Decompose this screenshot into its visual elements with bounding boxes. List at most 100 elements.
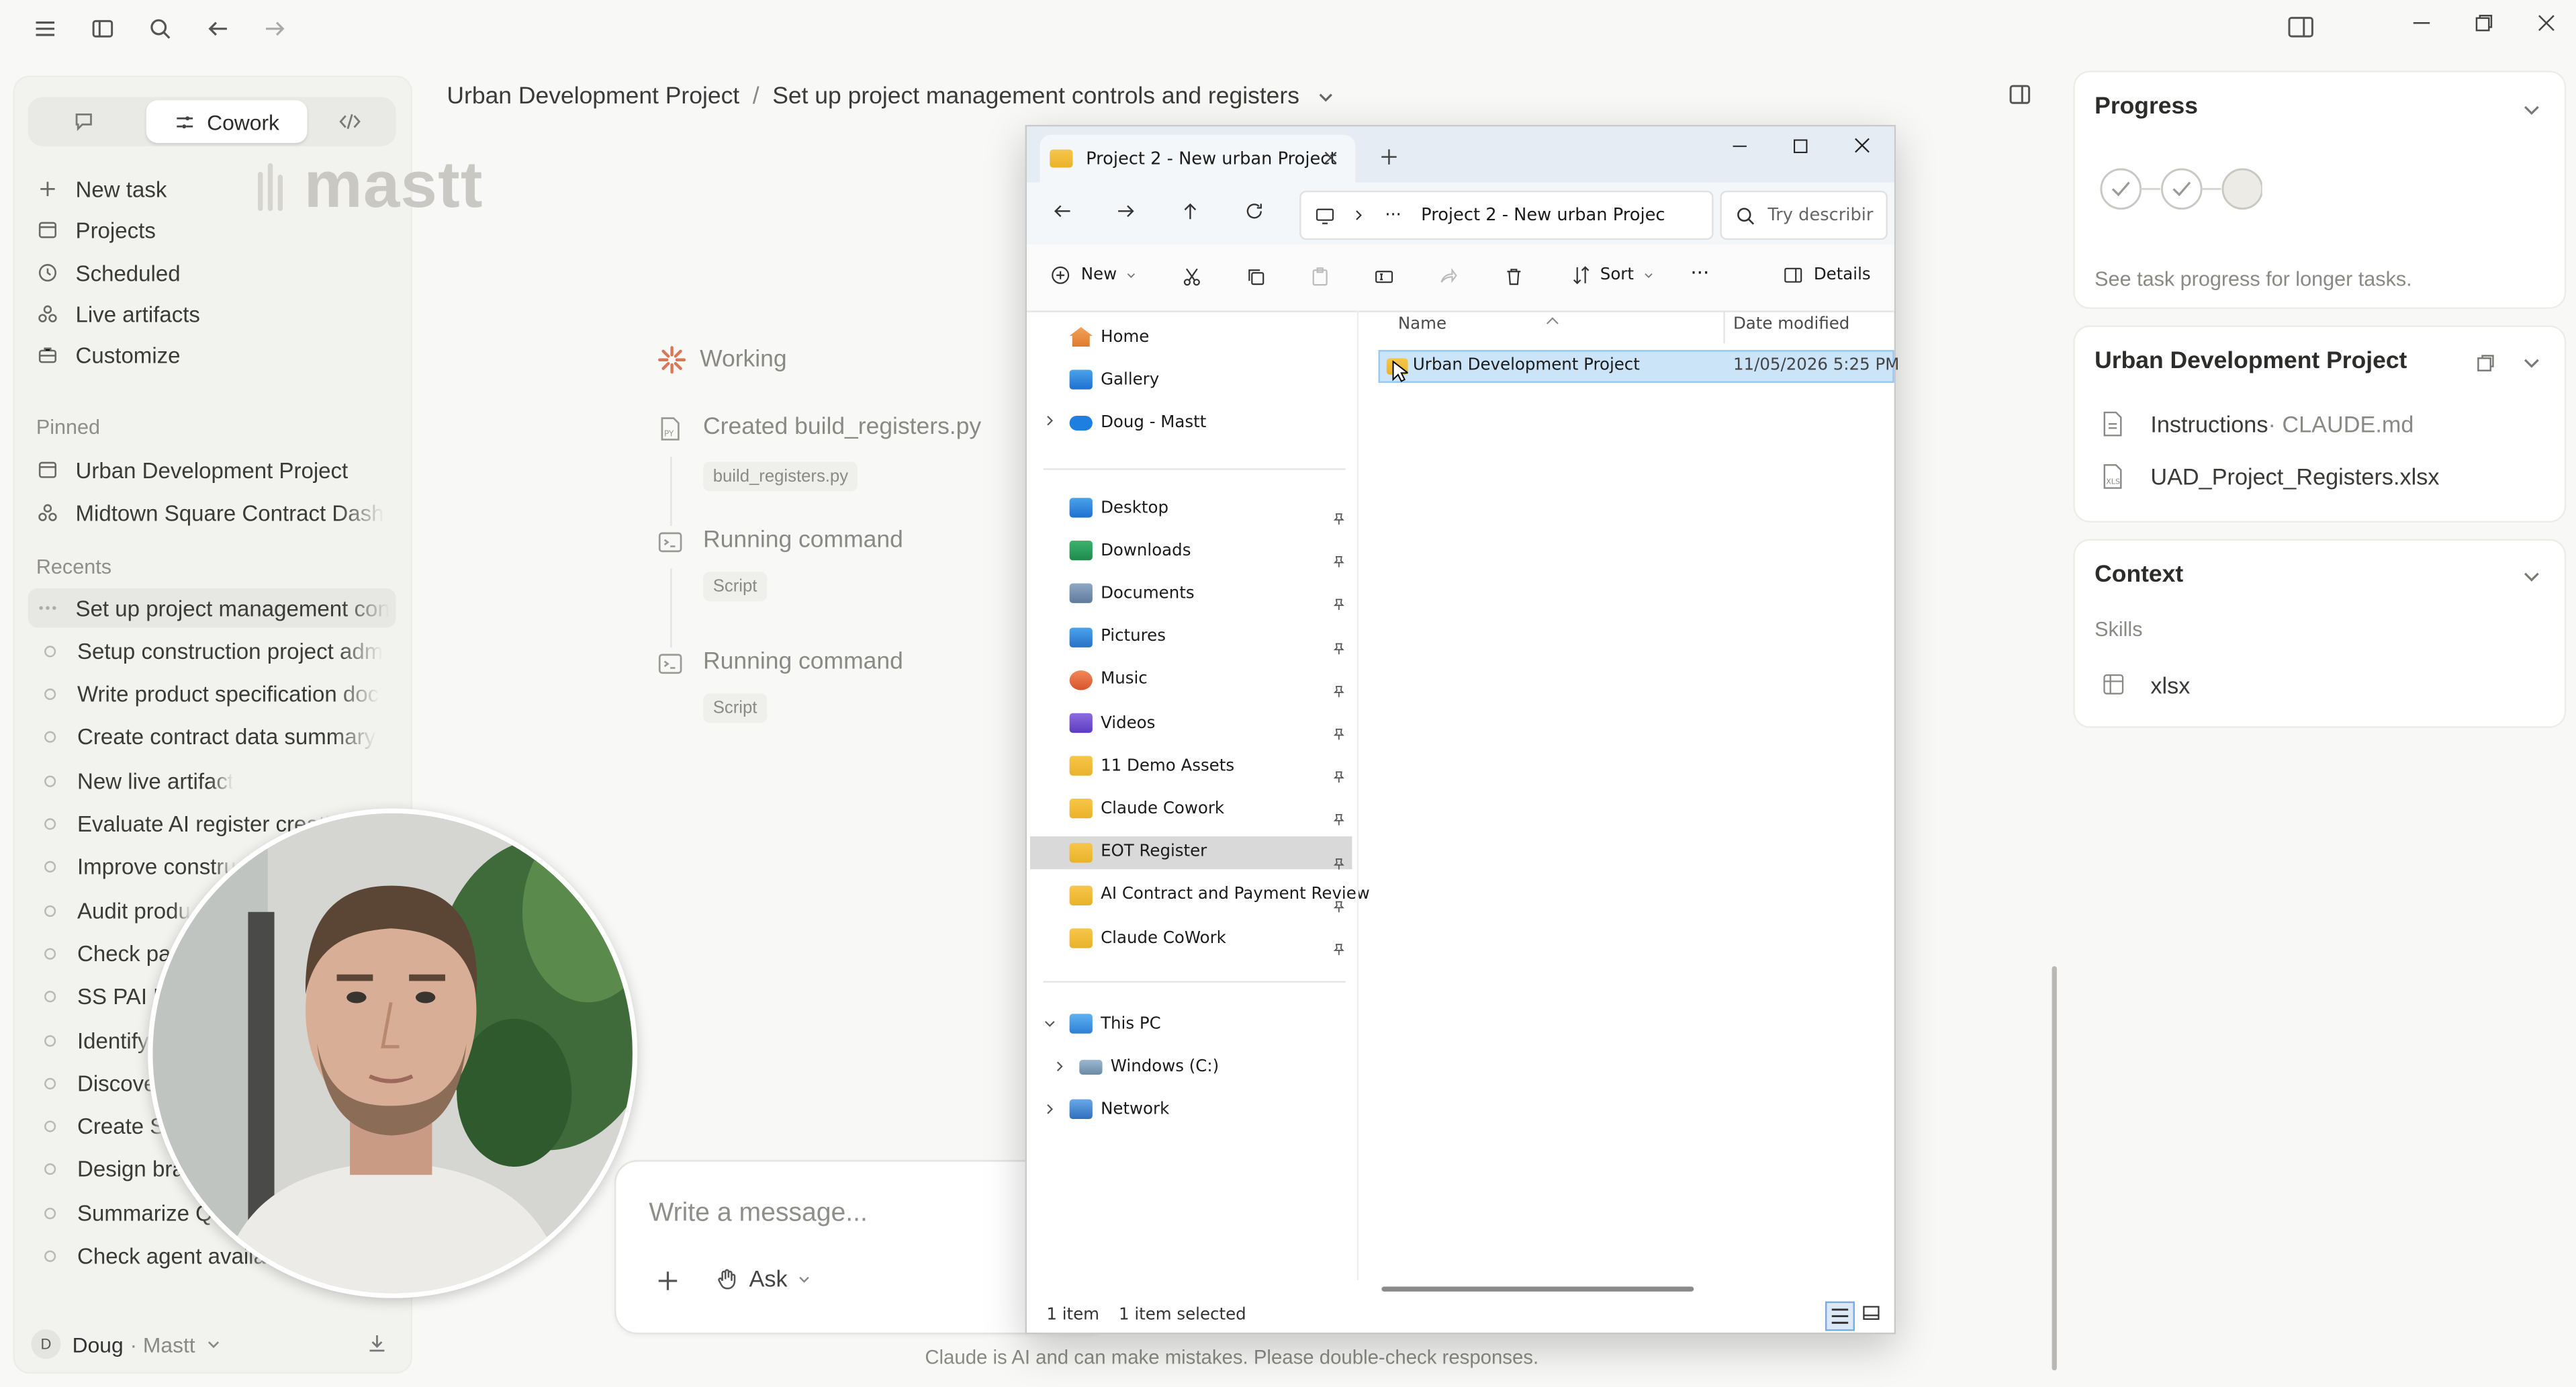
project-file-registers[interactable]: XLS UAD_Project_Registers.xlsx	[2101, 463, 2440, 490]
download-icon[interactable]	[367, 1333, 388, 1354]
pinned-urban-development-project[interactable]: Urban Development Project	[34, 452, 348, 488]
tree-pinned-item[interactable]: Videos	[1069, 707, 1155, 740]
tree-onedrive[interactable]: Doug - Mastt	[1069, 406, 1206, 439]
project-card-title[interactable]: Urban Development Project	[2095, 349, 2407, 375]
pin-icon[interactable]	[1332, 846, 1346, 869]
forward-arrow-icon[interactable]	[263, 16, 287, 41]
forward-arrow-icon[interactable]	[1115, 200, 1137, 222]
nav-customize[interactable]: Customize	[34, 337, 181, 373]
message-input[interactable]: Write a message...	[649, 1200, 868, 1229]
tree-this-pc[interactable]: This PC	[1069, 1008, 1161, 1040]
close-tab-icon[interactable]	[1322, 150, 1338, 166]
horizontal-scrollbar[interactable]	[1381, 1286, 1694, 1292]
open-external-icon[interactable]	[2476, 352, 2495, 371]
rename-icon[interactable]	[1373, 266, 1395, 287]
tree-home[interactable]: Home	[1069, 320, 1149, 353]
tree-windows-drive[interactable]: Windows (C:)	[1079, 1050, 1219, 1083]
tree-pinned-item[interactable]: EOT Register	[1029, 836, 1352, 869]
recent-item[interactable]: Set up project management con	[28, 588, 396, 628]
pin-icon[interactable]	[1332, 717, 1346, 740]
tree-pinned-item[interactable]: 11 Demo Assets	[1069, 750, 1234, 782]
ask-mode-button[interactable]: Ask	[715, 1265, 812, 1292]
pin-icon[interactable]	[1332, 630, 1346, 654]
recent-item[interactable]: New live artifact	[28, 761, 396, 801]
explorer-search-field[interactable]: Try describir	[1720, 190, 1888, 240]
nav-new-task[interactable]: New task	[34, 171, 167, 207]
sort-button[interactable]: Sort	[1571, 265, 1654, 286]
explorer-tab[interactable]: Project 2 - New urban Project	[1040, 134, 1356, 183]
tree-pinned-item[interactable]: Downloads	[1069, 535, 1191, 568]
column-header-date[interactable]: Date modified	[1733, 316, 1849, 334]
step-chip[interactable]: build_registers.py	[703, 461, 858, 492]
chevron-down-icon[interactable]	[2522, 99, 2541, 118]
minimize-icon[interactable]	[1732, 138, 1748, 154]
up-arrow-icon[interactable]	[1180, 200, 1201, 222]
nav-live-artifacts[interactable]: Live artifacts	[34, 296, 200, 332]
chevron-right-icon[interactable]	[1053, 1060, 1066, 1073]
recent-item[interactable]: Setup construction project adm	[28, 631, 396, 671]
side-panel-toggle-icon[interactable]	[2008, 82, 2033, 107]
pin-icon[interactable]	[1332, 803, 1346, 826]
minimize-icon[interactable]	[2411, 13, 2431, 33]
panel-icon[interactable]	[2287, 15, 2315, 40]
chevron-down-icon[interactable]	[2522, 352, 2541, 371]
pinned-midtown-square[interactable]: Midtown Square Contract Dash	[34, 494, 399, 531]
tree-pinned-item[interactable]: Documents	[1069, 578, 1195, 611]
project-file-instructions[interactable]: Instructions · CLAUDE.md	[2101, 411, 2413, 437]
tree-pinned-item[interactable]: AI Contract and Payment Review	[1069, 879, 1370, 911]
tree-pinned-item[interactable]: Pictures	[1069, 621, 1166, 654]
nav-projects[interactable]: Projects	[34, 212, 156, 249]
sidebar-toggle-icon[interactable]	[91, 16, 116, 41]
tree-gallery[interactable]: Gallery	[1069, 363, 1159, 396]
maximize-icon[interactable]	[1792, 138, 1808, 154]
pin-icon[interactable]	[1332, 889, 1346, 912]
close-icon[interactable]	[2536, 13, 2556, 33]
skill-xlsx[interactable]: xlsx	[2101, 672, 2190, 699]
step-chip[interactable]: Script	[703, 693, 768, 723]
back-arrow-icon[interactable]	[1052, 200, 1073, 222]
tree-pinned-item[interactable]: Claude CoWork	[1069, 922, 1226, 954]
pin-icon[interactable]	[1332, 674, 1346, 697]
chat-mode-tab[interactable]	[34, 100, 133, 143]
delete-icon[interactable]	[1503, 266, 1524, 287]
tiles-view-icon[interactable]	[1861, 1303, 1881, 1323]
cut-icon[interactable]	[1181, 266, 1203, 287]
details-view-icon[interactable]	[1825, 1301, 1855, 1331]
chevron-down-icon[interactable]	[1043, 1017, 1056, 1030]
pin-icon[interactable]	[1332, 587, 1346, 611]
cowork-mode-tab[interactable]: Cowork	[146, 100, 308, 143]
refresh-icon[interactable]	[1244, 200, 1265, 222]
tree-network[interactable]: Network	[1069, 1093, 1169, 1126]
details-button[interactable]: Details	[1782, 265, 1871, 286]
copy-icon[interactable]	[1245, 266, 1267, 287]
new-tab-icon[interactable]	[1380, 148, 1398, 166]
address-ellipsis[interactable]: ···	[1385, 206, 1401, 225]
tree-pinned-item[interactable]: Music	[1069, 664, 1148, 697]
new-button[interactable]: New	[1050, 265, 1136, 286]
back-arrow-icon[interactable]	[205, 16, 230, 41]
chevron-right-icon[interactable]	[1043, 414, 1056, 427]
recent-item[interactable]: Create contract data summary	[28, 718, 396, 758]
tree-pinned-item[interactable]: Desktop	[1069, 491, 1168, 524]
tree-pinned-item[interactable]: Claude Cowork	[1069, 793, 1224, 825]
file-row[interactable]: Urban Development Project 11/05/2026 5:2…	[1378, 350, 1899, 384]
step-title[interactable]: Running command	[703, 527, 903, 553]
restore-icon[interactable]	[2474, 13, 2493, 33]
menu-icon[interactable]	[33, 16, 58, 41]
chevron-down-icon[interactable]	[2522, 566, 2541, 585]
step-title[interactable]: Created build_registers.py	[703, 414, 981, 440]
nav-scheduled[interactable]: Scheduled	[34, 255, 181, 291]
main-scrollbar[interactable]	[2052, 966, 2057, 1371]
column-header-name[interactable]: Name	[1398, 316, 1446, 334]
pin-icon[interactable]	[1332, 932, 1346, 955]
chevron-right-icon[interactable]	[1043, 1103, 1056, 1116]
plus-icon[interactable]	[655, 1269, 680, 1294]
search-icon[interactable]	[148, 16, 173, 41]
code-mode-tab[interactable]	[310, 100, 389, 143]
breadcrumb-task[interactable]: Set up project management controls and r…	[772, 84, 1299, 110]
step-chip[interactable]: Script	[703, 572, 768, 602]
pin-icon[interactable]	[1332, 544, 1346, 568]
address-field[interactable]: ··· Project 2 - New urban Projec	[1299, 190, 1714, 240]
step-title[interactable]: Running command	[703, 649, 903, 675]
recent-item[interactable]: Write product specification doc	[28, 674, 396, 714]
